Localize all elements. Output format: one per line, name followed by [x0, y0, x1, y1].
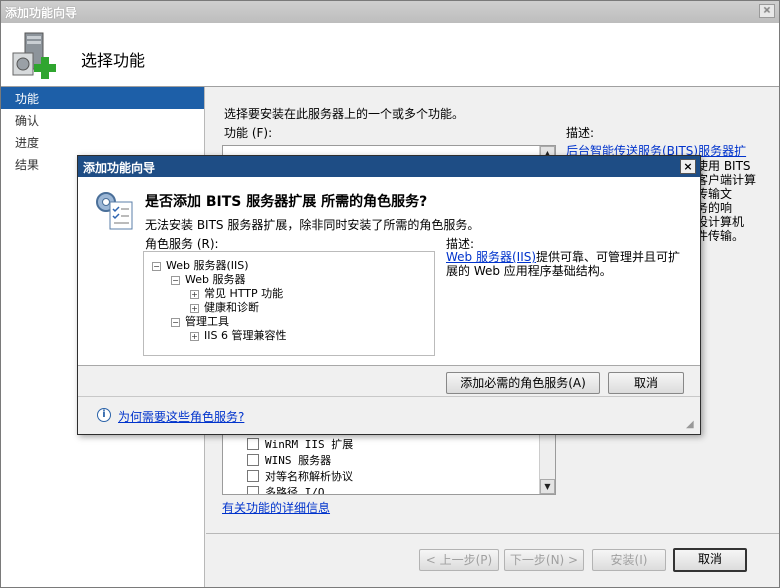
nav-item-confirm[interactable]: 确认 [1, 109, 204, 131]
description-line: 使用 BITS [696, 159, 751, 171]
feature-row[interactable]: 对等名称解析协议 [247, 468, 353, 484]
window-title: 添加功能向导 [5, 6, 78, 20]
feature-row[interactable]: WinRM IIS 扩展 [247, 436, 353, 452]
previous-button[interactable]: < 上一步(P) [419, 549, 499, 571]
feature-label: WinRM IIS 扩展 [265, 438, 354, 451]
description-text: 使用 BITS 客户端计算 传输文 务的响 设计算机 件传输。 [696, 157, 780, 241]
nav-item-label: 确认 [15, 114, 40, 128]
feature-label: WINS 服务器 [265, 454, 332, 467]
feature-row[interactable]: WINS 服务器 [247, 452, 331, 468]
feature-row[interactable]: 多路径 I/O [247, 484, 325, 495]
description-label: 描述: [566, 126, 595, 140]
divider [78, 365, 700, 366]
resize-grip-icon[interactable]: ◢ [686, 420, 698, 432]
expand-icon[interactable]: + [190, 304, 199, 313]
server-add-icon [12, 32, 56, 79]
tree-label: IIS 6 管理兼容性 [204, 329, 287, 342]
features-label: 功能 (F): [224, 126, 273, 140]
checkbox[interactable] [247, 438, 259, 450]
dialog-body: 是否添加 BITS 服务器扩展 所需的角色服务? 无法安装 BITS 服务器扩展… [78, 177, 700, 365]
tree-row[interactable]: − 管理工具 [171, 313, 229, 328]
collapse-icon[interactable]: − [171, 318, 180, 327]
description-line: 设计算机 [696, 215, 745, 227]
description-line: 客户端计算 [696, 173, 757, 185]
description-line: 务的响 [696, 201, 733, 213]
nav-item-progress[interactable]: 进度 [1, 131, 204, 153]
tree-row[interactable]: + 常见 HTTP 功能 [190, 285, 283, 300]
tree-row[interactable]: + IIS 6 管理兼容性 [190, 327, 287, 342]
checkbox[interactable] [247, 470, 259, 482]
tree-row[interactable]: − Web 服务器 [171, 271, 245, 286]
gear-checklist-icon [96, 192, 133, 230]
scroll-down-arrow-icon[interactable]: ▼ [540, 479, 555, 494]
nav-item-label: 进度 [15, 136, 40, 150]
web-server-link[interactable]: Web 服务器(IIS) [446, 250, 536, 264]
wizard-header: 选择功能 [1, 23, 779, 87]
dialog-message: 无法安装 BITS 服务器扩展，除非同时安装了所需的角色服务。 [145, 218, 480, 232]
feature-label: 多路径 I/O [265, 486, 325, 495]
dialog-description: Web 服务器(IIS)提供可靠、可管理并且可扩展的 Web 应用程序基础结构。 [446, 250, 686, 278]
collapse-icon[interactable]: − [152, 262, 161, 271]
description-line: 传输文 [696, 187, 733, 199]
page-title: 选择功能 [81, 51, 146, 70]
checkbox[interactable] [247, 454, 259, 466]
expand-icon[interactable]: + [190, 332, 199, 341]
feature-label: 对等名称解析协议 [265, 470, 353, 483]
checkbox[interactable] [247, 486, 259, 494]
dialog-cancel-button[interactable]: 取消 [608, 372, 684, 394]
wizard-footer: < 上一步(P) 下一步(N) > 安装(I) 取消 [206, 533, 779, 587]
dialog-title-bar: 添加功能向导 × [78, 156, 700, 177]
window-close-button[interactable]: × [759, 4, 775, 18]
window-title-bar: 添加功能向导 × [1, 1, 779, 23]
why-roles-help-link[interactable]: 为何需要这些角色服务? [118, 408, 244, 425]
nav-item-label: 结果 [15, 158, 40, 172]
install-button[interactable]: 安装(I) [592, 549, 666, 571]
instruction-text: 选择要安装在此服务器上的一个或多个功能。 [224, 107, 465, 121]
dialog-heading: 是否添加 BITS 服务器扩展 所需的角色服务? [145, 194, 428, 210]
dialog-close-button[interactable]: × [680, 159, 696, 174]
dialog-title: 添加功能向导 [83, 161, 156, 175]
tree-row[interactable]: + 健康和诊断 [190, 299, 259, 314]
roles-label: 角色服务 (R): [145, 237, 219, 251]
more-info-link[interactable]: 有关功能的详细信息 [222, 499, 330, 516]
add-required-roles-button[interactable]: 添加必需的角色服务(A) [446, 372, 600, 394]
description-line: 件传输。 [696, 229, 745, 241]
cancel-button[interactable]: 取消 [673, 548, 747, 572]
divider [78, 396, 700, 397]
nav-item-label: 功能 [15, 92, 40, 106]
expand-icon[interactable]: + [190, 290, 199, 299]
required-roles-dialog: 添加功能向导 × 是否添加 BITS 服务器扩展 所需的角色服务? 无法安装 B… [77, 155, 701, 435]
roles-tree[interactable]: − Web 服务器(IIS) − Web 服务器 + 常见 HTTP 功能 + 健康和诊… [143, 251, 435, 356]
nav-item-features[interactable]: 功能 [1, 87, 204, 109]
collapse-icon[interactable]: − [171, 276, 180, 285]
info-icon: i [97, 408, 111, 422]
tree-row[interactable]: − Web 服务器(IIS) [152, 257, 249, 272]
next-button[interactable]: 下一步(N) > [504, 549, 584, 571]
